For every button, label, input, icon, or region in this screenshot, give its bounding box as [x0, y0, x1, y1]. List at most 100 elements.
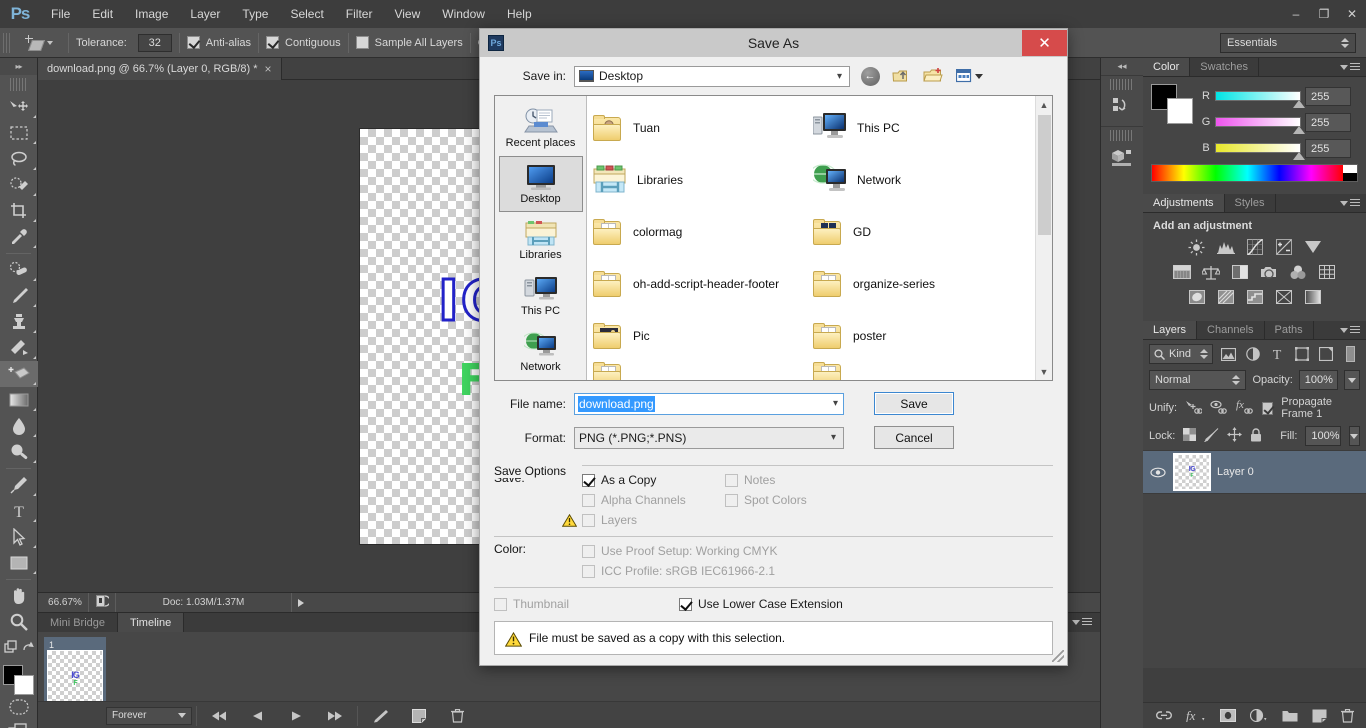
photo-filter-icon[interactable] [1259, 263, 1279, 281]
layer-thumbnail[interactable]: IG F [1173, 453, 1211, 491]
select-first-frame-button[interactable] [201, 703, 239, 728]
file-name-input[interactable]: download.png ▾ [574, 392, 844, 415]
history-icon[interactable] [1101, 93, 1143, 119]
format-select[interactable]: PNG (*.PNG;*.PNS) ▾ [574, 426, 844, 449]
scroll-down-button[interactable]: ▼ [1036, 363, 1053, 380]
tool-rectangular-marquee[interactable] [0, 120, 38, 146]
scrollbar-thumb[interactable] [1037, 115, 1051, 235]
chevron-down-icon[interactable]: ▾ [833, 398, 843, 409]
tab-adjustments[interactable]: Adjustments [1143, 194, 1225, 212]
layer-name[interactable]: Layer 0 [1217, 466, 1254, 478]
channel-mixer-icon[interactable] [1288, 263, 1308, 281]
dialog-resize-grip[interactable] [1052, 650, 1064, 662]
r-slider-thumb[interactable] [1293, 100, 1305, 108]
layers-panel-menu[interactable] [1334, 321, 1366, 339]
unify-position-icon[interactable] [1185, 400, 1203, 417]
tool-hand[interactable] [0, 583, 38, 609]
file-item[interactable]: Libraries [593, 154, 813, 206]
menu-window[interactable]: Window [431, 3, 496, 25]
place-recent-places[interactable]: Recent places [499, 100, 583, 156]
menu-type[interactable]: Type [231, 3, 279, 25]
tool-crop[interactable] [0, 198, 38, 224]
tab-paths[interactable]: Paths [1265, 321, 1314, 339]
tool-clone-stamp[interactable] [0, 309, 38, 335]
background-color-swatch[interactable] [1167, 98, 1193, 124]
antialias-checkbox[interactable] [186, 36, 200, 49]
tab-layers[interactable]: Layers [1143, 321, 1198, 339]
g-value-input[interactable]: 255 [1305, 112, 1351, 132]
layer-row[interactable]: IG F Layer 0 [1143, 450, 1366, 494]
foreground-background-colors[interactable] [2, 665, 36, 695]
tool-blur[interactable] [0, 413, 38, 439]
hue-saturation-icon[interactable] [1172, 263, 1192, 281]
updown-icon[interactable] [1199, 349, 1208, 359]
tab-styles[interactable]: Styles [1225, 194, 1276, 212]
new-layer-icon[interactable] [1312, 709, 1327, 723]
file-item[interactable]: Network [809, 154, 1033, 206]
mini-dock-expand-button[interactable]: ◂◂ [1101, 58, 1143, 75]
tool-pen[interactable] [0, 472, 38, 498]
back-button[interactable]: ← [858, 64, 882, 88]
dialog-close-button[interactable]: ✕ [1022, 30, 1067, 56]
document-preview-icon[interactable] [89, 595, 115, 610]
new-adjustment-layer-icon[interactable] [1249, 709, 1268, 722]
close-icon[interactable]: × [265, 62, 272, 76]
workspace-switcher[interactable]: Essentials [1220, 32, 1356, 53]
tool-zoom[interactable] [0, 609, 38, 635]
loop-option-select[interactable]: Forever [106, 706, 192, 725]
posterize-icon[interactable] [1216, 288, 1236, 306]
contiguous-group[interactable]: Contiguous [266, 36, 341, 49]
invert-icon[interactable] [1187, 288, 1207, 306]
layers-empty-area[interactable] [1143, 494, 1366, 668]
selective-color-icon[interactable] [1303, 288, 1323, 306]
tab-timeline[interactable]: Timeline [118, 613, 185, 632]
lock-position-icon[interactable] [1227, 427, 1243, 445]
adjustments-panel-menu[interactable] [1334, 194, 1366, 212]
filter-pixel-icon[interactable] [1219, 345, 1238, 363]
tolerance-input[interactable]: 32 [137, 33, 172, 52]
document-tab[interactable]: download.png @ 66.7% (Layer 0, RGB/8) * … [38, 58, 282, 80]
b-slider-thumb[interactable] [1293, 152, 1305, 160]
tool-preset-picker[interactable] [15, 31, 61, 55]
use-lower-case-extension-row[interactable]: Use Lower Case Extension [679, 594, 843, 614]
chevron-down-icon[interactable]: ▾ [830, 67, 849, 86]
place-desktop[interactable]: Desktop [498, 156, 583, 213]
menu-image[interactable]: Image [124, 3, 179, 25]
file-item[interactable]: oh-add-script-header-footer [593, 258, 813, 310]
tool-magic-eraser[interactable] [0, 361, 38, 387]
menu-file[interactable]: File [40, 3, 81, 25]
spectrum-black-white[interactable] [1343, 165, 1357, 181]
color-panel-swatches[interactable] [1151, 84, 1193, 124]
minimize-button[interactable]: – [1282, 0, 1310, 28]
tool-dodge[interactable] [0, 439, 38, 465]
file-item[interactable]: poster [813, 310, 1033, 362]
fill-input[interactable]: 100% [1305, 426, 1341, 446]
file-item-partial[interactable] [813, 362, 1033, 380]
new-group-icon[interactable] [1282, 709, 1298, 722]
gradient-map-icon[interactable] [1274, 288, 1294, 306]
cancel-button[interactable]: Cancel [874, 426, 954, 449]
file-item[interactable]: Pic [593, 310, 813, 362]
layer-style-icon[interactable]: fx [1186, 709, 1206, 722]
lock-all-icon[interactable] [1250, 427, 1262, 445]
antialias-group[interactable]: Anti-alias [186, 36, 251, 49]
toolbox-collapse-button[interactable]: ▸▸ [0, 58, 37, 75]
color-lookup-icon[interactable] [1317, 263, 1337, 281]
b-value-input[interactable]: 255 [1305, 138, 1351, 158]
file-item[interactable]: This PC [812, 102, 1033, 154]
history-panel-collapsed[interactable] [1101, 75, 1143, 126]
tool-type[interactable]: T [0, 498, 38, 524]
tween-frames-button[interactable] [362, 703, 400, 728]
zoom-level-field[interactable]: 66.67% [38, 597, 88, 608]
tab-color[interactable]: Color [1143, 58, 1191, 76]
maximize-button[interactable]: ❐ [1310, 0, 1338, 28]
opacity-dropdown-button[interactable] [1344, 370, 1360, 390]
file-item[interactable]: colormag [593, 206, 813, 258]
play-animation-button[interactable] [277, 703, 315, 728]
dialog-title-bar[interactable]: Ps Save As ✕ [480, 29, 1067, 57]
toolbox-grip[interactable] [10, 78, 27, 91]
exposure-icon[interactable] [1274, 238, 1294, 256]
close-button[interactable]: ✕ [1338, 0, 1366, 28]
g-slider-thumb[interactable] [1293, 126, 1305, 134]
timeline-panel-menu[interactable] [1064, 613, 1100, 632]
